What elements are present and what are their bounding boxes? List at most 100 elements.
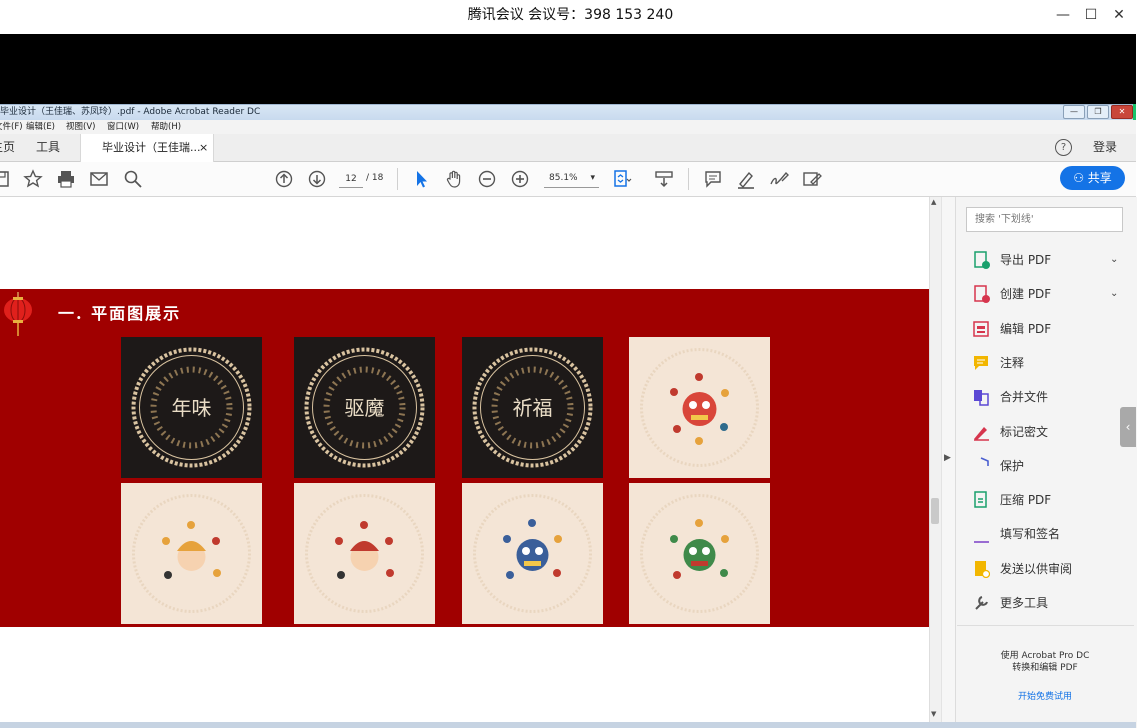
comment-icon[interactable]: [703, 169, 723, 189]
scroll-up-icon[interactable]: ▲: [931, 198, 936, 206]
lion-dance-artwork: [640, 348, 759, 467]
minimize-button[interactable]: —: [1052, 6, 1074, 24]
tool-item-compress-pdf[interactable]: 压缩 PDF: [970, 487, 1130, 513]
search-icon[interactable]: [123, 169, 143, 189]
side-panel-handle[interactable]: ‹: [1120, 407, 1136, 447]
tool-item-edit-pdf[interactable]: 编辑 PDF: [970, 316, 1130, 342]
tool-item-protect[interactable]: 保护: [970, 453, 1130, 479]
scroll-thumb[interactable]: [931, 498, 939, 524]
tool-item-label: 创建 PDF: [1000, 287, 1052, 301]
sign-icon[interactable]: [769, 169, 789, 189]
tool-item-label: 更多工具: [1000, 596, 1049, 610]
acrobat-close-button[interactable]: ✕: [1111, 105, 1133, 119]
acrobat-minimize-button[interactable]: —: [1063, 105, 1085, 119]
chevron-down-icon[interactable]: ⌄: [1110, 281, 1118, 307]
page-total: / 18: [366, 173, 384, 183]
acrobat-restore-button[interactable]: ❐: [1087, 105, 1109, 119]
shared-screen-black-band: [0, 34, 1136, 104]
add-user-icon: ⚇: [1073, 171, 1088, 185]
close-button[interactable]: ✕: [1108, 6, 1130, 24]
print-icon[interactable]: [56, 169, 76, 189]
artwork-tile: [462, 483, 603, 624]
tool-item-label: 发送以供审阅: [1000, 562, 1073, 576]
tool-item-create-pdf[interactable]: 创建 PDF ⌄: [970, 281, 1130, 307]
menu-edit[interactable]: 编辑(E): [26, 120, 55, 134]
zoom-level-select[interactable]: 85.1% ▾: [544, 170, 599, 188]
comment-icon: [974, 356, 988, 370]
medallion-artwork: 祈福: [472, 347, 593, 468]
promo-line-2: 转换和编辑 PDF: [1012, 663, 1078, 673]
scroll-down-icon[interactable]: ▼: [931, 710, 936, 718]
zoom-value: 85.1%: [549, 173, 578, 183]
tool-item-combine-files[interactable]: 合并文件: [970, 384, 1130, 410]
login-button[interactable]: 登录: [1093, 134, 1117, 161]
tool-item-fill-sign[interactable]: 填写和签名: [970, 521, 1130, 547]
menu-help[interactable]: 帮助(H): [151, 120, 181, 134]
free-trial-link[interactable]: 开始免费试用: [960, 689, 1130, 702]
tool-item-label: 保护: [1000, 459, 1025, 473]
combine-files-icon: [974, 390, 989, 406]
page-fit-icon[interactable]: [612, 169, 632, 189]
artwork-tile: [121, 483, 262, 624]
tools-search-input[interactable]: [966, 207, 1123, 232]
expand-pane-icon[interactable]: ▶: [944, 453, 951, 463]
artwork-tile: [294, 483, 435, 624]
fill-sign-icon[interactable]: [802, 169, 822, 189]
artwork-caption: 年味: [172, 396, 212, 420]
tool-item-label: 导出 PDF: [1000, 253, 1052, 267]
menu-view[interactable]: 视图(V): [66, 120, 95, 134]
artwork-caption: 祈福: [513, 396, 553, 420]
tool-item-send-review[interactable]: 发送以供审阅: [970, 556, 1130, 582]
artwork-tile: 驱魔: [294, 337, 435, 478]
menu-window[interactable]: 窗口(W): [107, 120, 139, 134]
page-number-input[interactable]: [339, 170, 363, 188]
help-icon[interactable]: ?: [1055, 139, 1072, 156]
tool-item-label: 注释: [1000, 356, 1025, 370]
chevron-down-icon: ▾: [590, 173, 595, 183]
medallion-artwork: 驱魔: [304, 347, 425, 468]
tab-close-icon[interactable]: ×: [199, 134, 208, 161]
share-label: 共享: [1087, 171, 1112, 185]
restore-button[interactable]: ☐: [1080, 6, 1102, 24]
share-button[interactable]: ⚇ 共享: [1060, 166, 1125, 190]
tool-item-more-tools[interactable]: 更多工具: [970, 590, 1130, 616]
tab-document-label: 毕业设计（王佳瑞...: [102, 141, 201, 154]
artwork-tile: 年味: [121, 337, 262, 478]
export-pdf-icon: [974, 251, 990, 269]
fill-sign-icon: [974, 541, 989, 543]
tool-item-redact[interactable]: 标记密文: [970, 419, 1130, 445]
child-character-artwork: [132, 494, 251, 613]
menu-file[interactable]: 文件(F): [0, 120, 23, 134]
edit-pdf-icon: [973, 321, 989, 337]
highlight-pen-icon[interactable]: [736, 169, 756, 189]
pane-divider: [957, 625, 1134, 626]
tab-home[interactable]: 主页: [0, 134, 15, 161]
artwork-tile: [629, 337, 770, 478]
child-character-artwork: [305, 494, 424, 613]
slide-heading: 一. 平面图展示: [58, 304, 182, 323]
toolbar-divider: [688, 168, 689, 190]
chevron-down-icon[interactable]: ⌄: [1110, 247, 1118, 273]
hand-tool-icon[interactable]: [444, 169, 464, 189]
tab-tools[interactable]: 工具: [36, 134, 60, 161]
tool-item-export-pdf[interactable]: 导出 PDF ⌄: [970, 247, 1130, 273]
tool-item-label: 填写和签名: [1000, 527, 1061, 541]
select-cursor-icon[interactable]: [411, 169, 431, 189]
blue-lion-artwork: [473, 494, 592, 613]
acrobat-window-title: 毕业设计（王佳瑞、苏凤玲）.pdf - Adobe Acrobat Reader…: [0, 107, 261, 117]
green-lion-artwork: [640, 494, 759, 613]
zoom-in-icon[interactable]: [510, 169, 530, 189]
zoom-out-icon[interactable]: [477, 169, 497, 189]
previous-page-icon[interactable]: [274, 169, 294, 189]
save-icon[interactable]: [0, 169, 12, 189]
email-icon[interactable]: [89, 169, 109, 189]
more-tools-icon: [975, 596, 988, 610]
promo-text: 使用 Acrobat Pro DC 转换和编辑 PDF: [960, 650, 1130, 674]
tool-item-comment[interactable]: 注释: [970, 350, 1130, 376]
tool-item-label: 压缩 PDF: [1000, 493, 1052, 507]
next-page-icon[interactable]: [307, 169, 327, 189]
redact-icon: [974, 427, 989, 441]
taskbar: [0, 722, 1136, 728]
bookmark-star-icon[interactable]: [23, 169, 43, 189]
scroll-mode-icon[interactable]: [654, 169, 674, 189]
